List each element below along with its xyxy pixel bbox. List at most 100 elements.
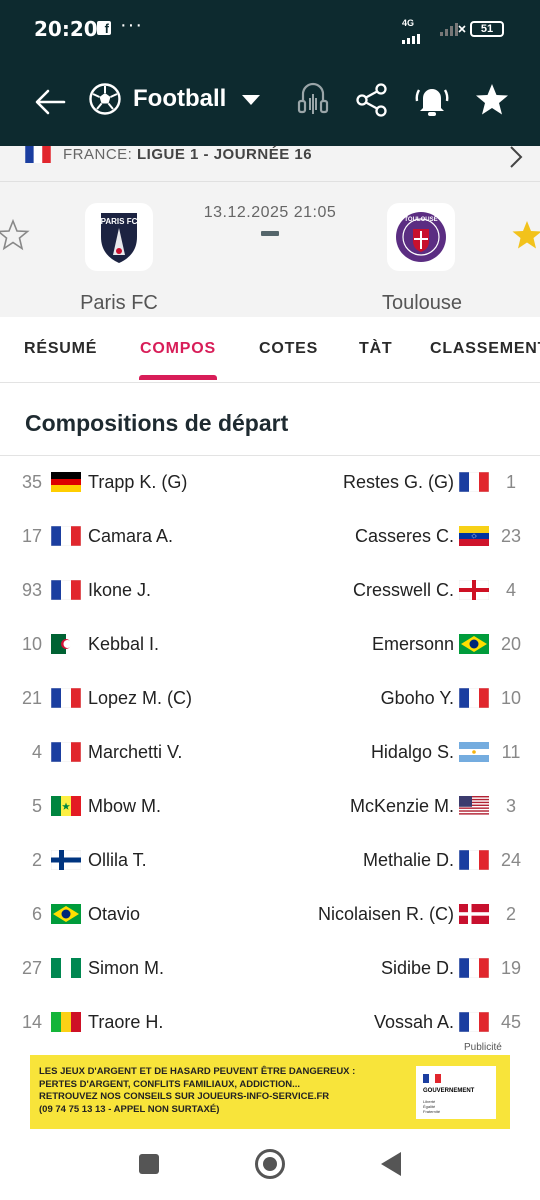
league-header[interactable]: FRANCE: LIGUE 1 - JOURNÉE 16 [0,146,540,182]
home-player-name[interactable]: Trapp K. (G) [88,472,187,493]
senegal-flag-icon [51,796,81,816]
home-player-number: 6 [31,904,42,924]
chevron-right-icon[interactable] [506,144,526,170]
back-arrow-icon[interactable] [30,82,70,122]
away-player-number: 23 [500,526,522,546]
home-player-name[interactable]: Marchetti V. [88,742,182,763]
recent-apps-button[interactable] [139,1154,159,1174]
away-player-number: 1 [505,472,516,492]
england-flag-icon [458,579,490,601]
away-player-name[interactable]: McKenzie M. [350,796,454,817]
france-flag-icon [50,579,82,601]
tab-tat[interactable]: TÀT [359,340,393,358]
france-flag-icon [25,146,51,163]
tab-cotes[interactable]: COTES [259,340,318,358]
brazil-flag-icon [51,904,81,924]
away-team-name[interactable]: Toulouse [342,292,502,315]
france-flag-icon [458,471,490,493]
home-player-name[interactable]: Lopez M. (C) [88,688,192,709]
match-header: PARIS FC 13.12.2025 21:05 TOULOUSE Paris… [0,182,540,317]
away-player-name[interactable]: Vossah A. [374,1012,454,1033]
match-tabs: RÉSUMÉ COMPOS COTES TÀT CLASSEMENT [0,317,540,383]
away-player-name[interactable]: Hidalgo S. [371,742,454,763]
home-player-name[interactable]: Otavio [88,904,140,925]
more-notifications-icon: ··· [120,14,143,36]
home-player-number: 4 [31,742,42,762]
away-team-logo[interactable]: TOULOUSE [387,203,455,271]
ad-line: (09 74 75 13 13 - APPEL NON SURTAXÉ) [39,1103,220,1115]
home-favorite-star-icon[interactable] [0,218,30,252]
home-team-logo[interactable]: PARIS FC [85,203,153,271]
lineup-row: 93 Ikone J. Cresswell C. 4 [0,563,540,617]
home-player-number: 35 [21,472,42,492]
lineup-row: 17 Camara A. Casseres C. 23 [0,509,540,563]
government-motto: Liberté Égalité Fraternité [423,1099,441,1114]
home-player-number: 27 [21,958,42,978]
away-player-number: 45 [500,1012,522,1032]
government-logo: GOUVERNEMENT Liberté Égalité Fraternité [416,1066,496,1119]
away-player-number: 11 [501,742,521,762]
away-player-number: 19 [500,958,522,978]
france-flag-icon [458,957,490,979]
home-button[interactable] [255,1149,285,1179]
system-nav-bar [0,1135,540,1200]
home-player-name[interactable]: Camara A. [88,526,173,547]
lineup-row: 27 Simon M. Sidibe D. 19 [0,941,540,995]
home-player-name[interactable]: Ollila T. [88,850,147,871]
lineup-row: 14 Traore H. Vossah A. 45 [0,995,540,1049]
france-flag-icon [458,687,490,709]
home-player-name[interactable]: Simon M. [88,958,164,979]
france-flag-icon [50,741,82,763]
advertisement-banner[interactable]: LES JEUX D'ARGENT ET DE HASARD PEUVENT Ê… [30,1055,510,1129]
finland-flag-icon [50,849,82,871]
favorite-star-icon[interactable] [472,80,512,120]
sport-selector-title[interactable]: Football [133,85,226,113]
mali-flag-icon [51,1012,81,1032]
tab-resume[interactable]: RÉSUMÉ [24,340,97,358]
tab-compos[interactable]: COMPOS [140,340,216,358]
battery-icon: 51 [470,21,504,37]
home-team-name[interactable]: Paris FC [39,292,199,315]
lineup-row: 21 Lopez M. (C) Gboho Y. 10 [0,671,540,725]
back-button[interactable] [381,1152,401,1176]
no-signal-icon [440,23,466,36]
home-player-name[interactable]: Ikone J. [88,580,151,601]
away-player-number: 10 [500,688,522,708]
status-bar: 20:20 f ··· 4G 51 [0,0,540,60]
chevron-down-icon[interactable] [242,95,260,105]
football-icon [89,83,121,115]
audio-commentary-icon[interactable] [293,80,333,120]
facebook-notification-icon: f [97,21,111,36]
away-player-number: 3 [505,796,516,816]
government-name: GOUVERNEMENT [423,1088,475,1094]
away-player-name[interactable]: Restes G. (G) [343,472,454,493]
away-player-name[interactable]: Gboho Y. [381,688,454,709]
ad-line: LES JEUX D'ARGENT ET DE HASARD PEUVENT Ê… [39,1066,356,1077]
away-favorite-star-icon[interactable] [510,218,540,252]
league-title: FRANCE: LIGUE 1 - JOURNÉE 16 [63,146,313,163]
away-player-name[interactable]: Cresswell C. [353,580,454,601]
home-player-number: 5 [31,796,42,816]
match-datetime: 13.12.2025 21:05 [203,204,337,221]
away-player-name[interactable]: Sidibe D. [381,958,454,979]
active-tab-indicator [139,375,217,380]
notification-bell-icon[interactable] [412,80,452,120]
tab-classement[interactable]: CLASSEMENT [430,340,540,358]
share-icon[interactable] [352,80,392,120]
away-player-name[interactable]: Methalie D. [363,850,454,871]
home-player-name[interactable]: Mbow M. [88,796,161,817]
section-title: Compositions de départ [25,410,289,436]
home-player-number: 2 [31,850,42,870]
france-flag-icon [50,687,82,709]
away-player-name[interactable]: Casseres C. [355,526,454,547]
france-flag-icon [458,849,490,871]
away-player-number: 20 [500,634,522,654]
denmark-flag-icon [459,904,489,924]
home-player-name[interactable]: Kebbal I. [88,634,159,655]
away-player-number: 24 [500,850,522,870]
venezuela-flag-icon [459,526,489,546]
home-player-name[interactable]: Traore H. [88,1012,163,1033]
away-player-name[interactable]: Nicolaisen R. (C) [318,904,454,925]
away-player-name[interactable]: Emersonn [372,634,454,655]
svg-text:PARIS FC: PARIS FC [101,217,138,226]
